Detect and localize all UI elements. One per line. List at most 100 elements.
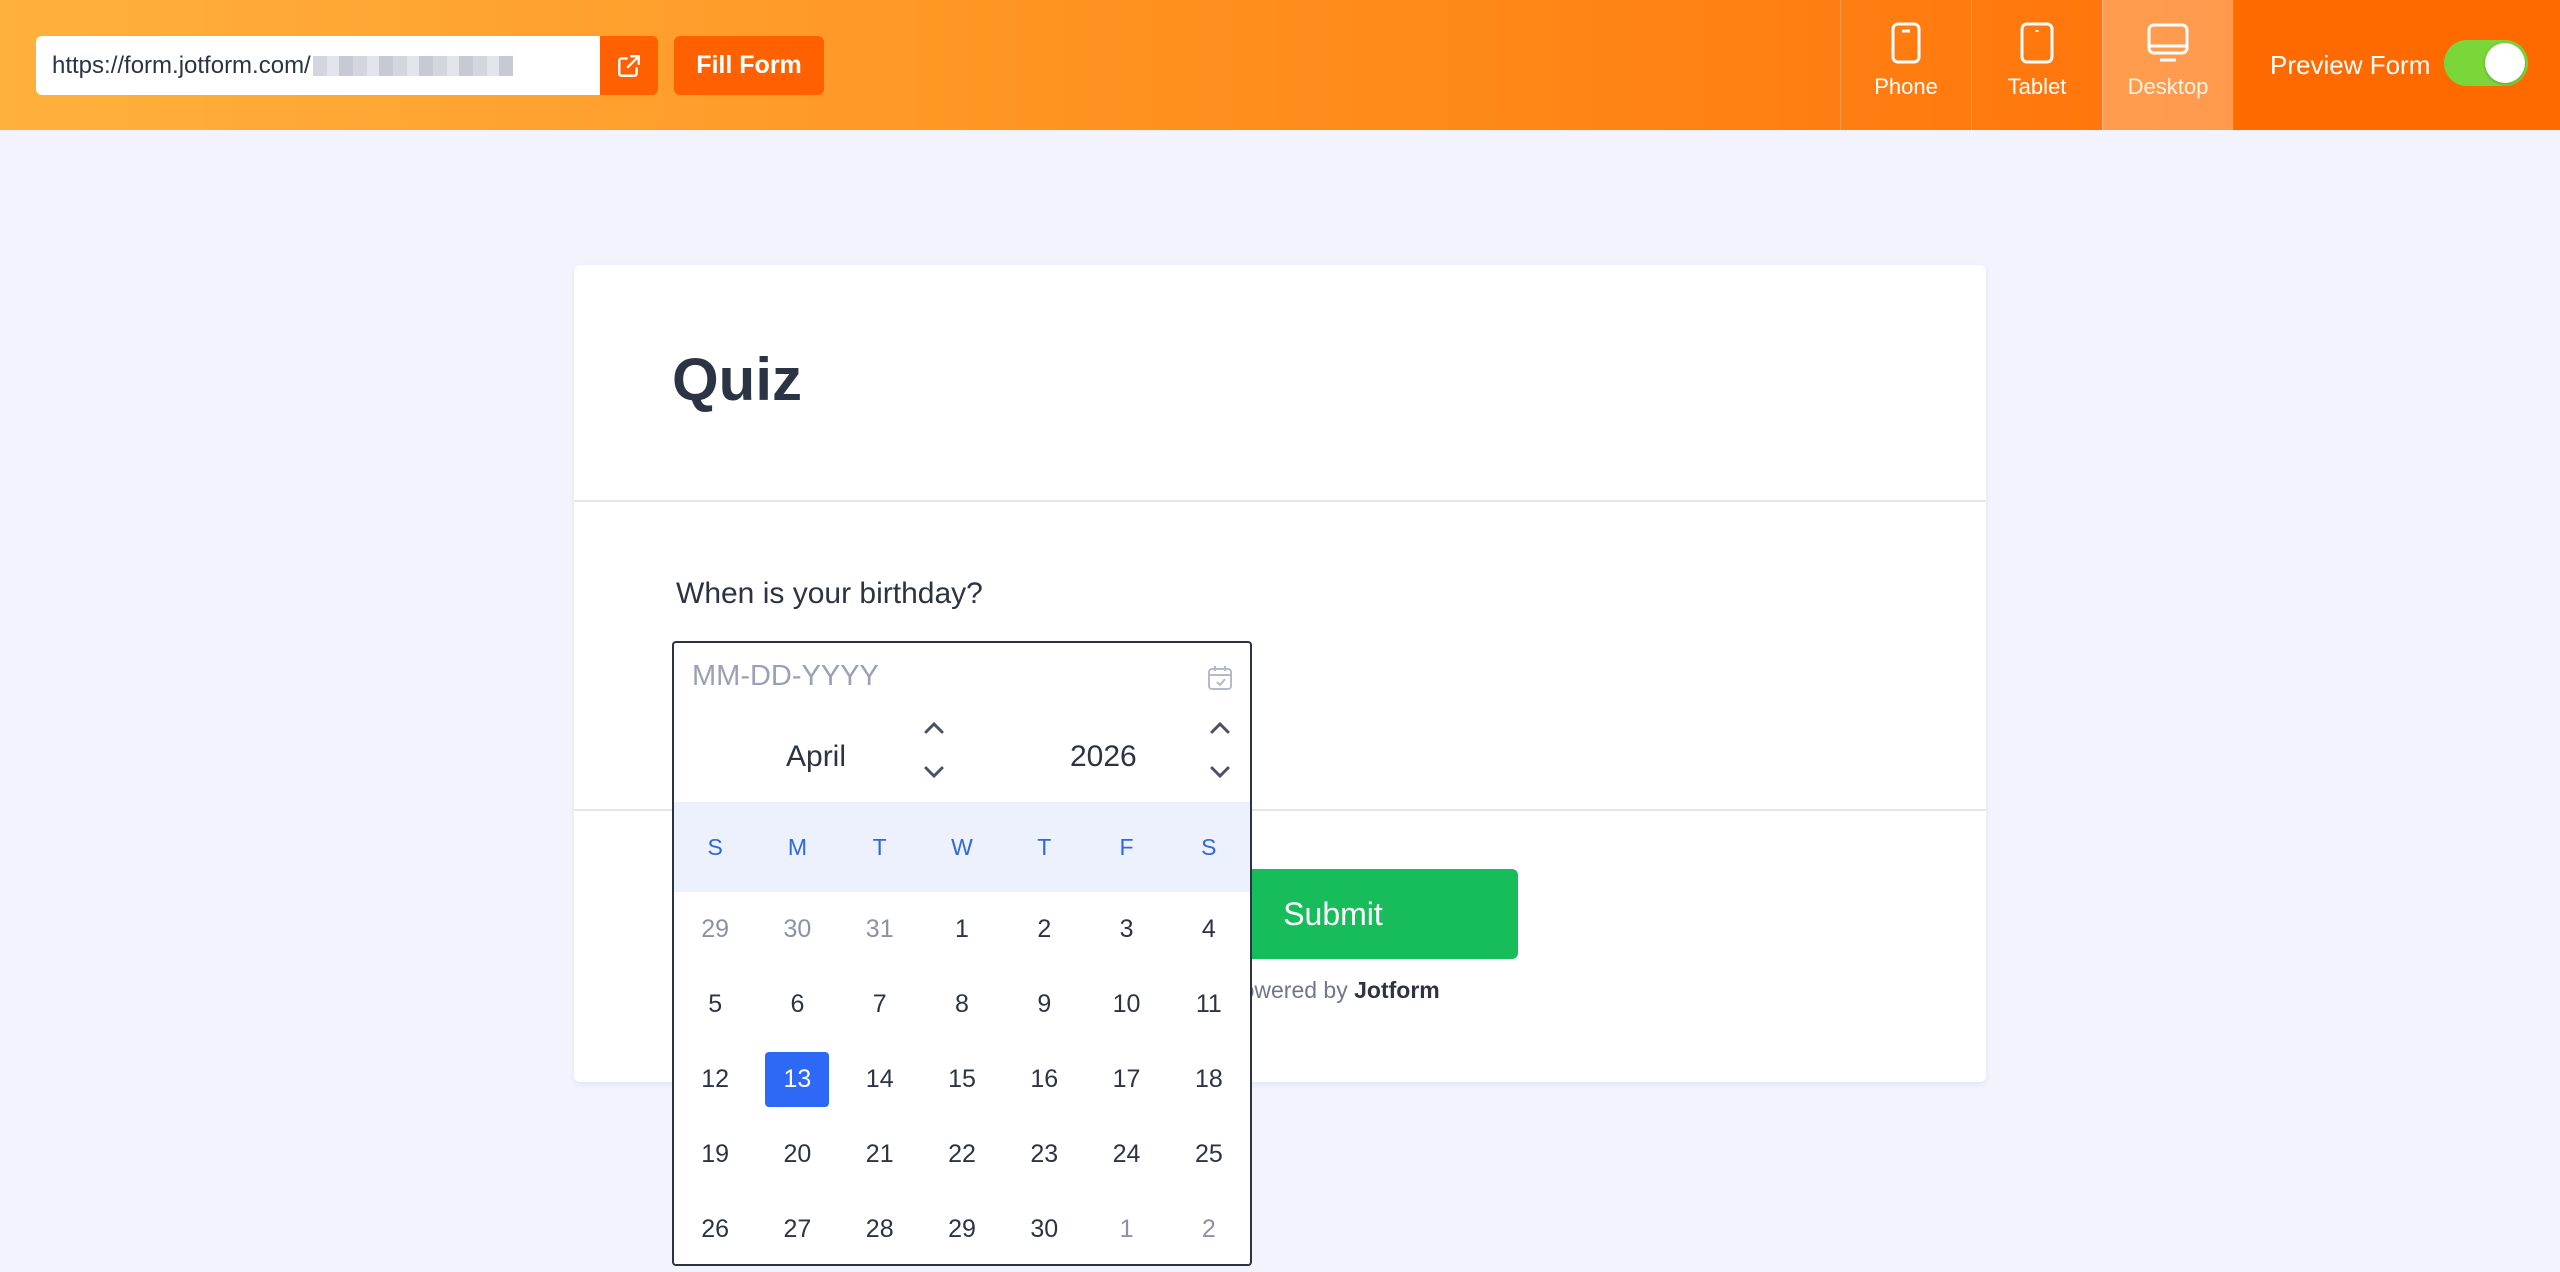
calendar-day[interactable]: 26 xyxy=(674,1192,756,1267)
calendar-day-number: 30 xyxy=(783,915,812,943)
device-tablet-label: Tablet xyxy=(2007,74,2067,99)
question-label: When is your birthday? xyxy=(676,577,983,610)
calendar-day[interactable]: 4 xyxy=(1168,892,1250,967)
calendar-day-number: 22 xyxy=(948,1140,976,1168)
calendar-day[interactable]: 31 xyxy=(839,892,921,967)
calendar-day[interactable]: 29 xyxy=(921,1192,1003,1267)
calendar-day[interactable]: 2 xyxy=(1003,892,1085,967)
calendar-day[interactable]: 30 xyxy=(756,892,838,967)
calendar-day-number: 2 xyxy=(1037,915,1052,943)
calendar-day[interactable]: 7 xyxy=(839,967,921,1042)
calendar-day-number: 27 xyxy=(783,1215,812,1243)
calendar-day[interactable]: 18 xyxy=(1168,1042,1250,1117)
calendar-day[interactable]: 12 xyxy=(674,1042,756,1117)
calendar-day[interactable]: 3 xyxy=(1085,892,1167,967)
calendar-day[interactable]: 1 xyxy=(1085,1192,1167,1267)
calendar-day[interactable]: 16 xyxy=(1003,1042,1085,1117)
calendar-day[interactable]: 15 xyxy=(921,1042,1003,1117)
weekday-header: S xyxy=(707,833,723,860)
calendar-day[interactable]: 22 xyxy=(921,1117,1003,1192)
device-desktop-button[interactable]: Desktop xyxy=(2102,0,2233,130)
calendar-day[interactable]: 2 xyxy=(1168,1192,1250,1267)
calendar-day-number: 31 xyxy=(865,915,894,943)
calendar-day-number: 11 xyxy=(1195,990,1222,1018)
calendar-day-number: 5 xyxy=(708,990,723,1018)
calendar-day-number: 10 xyxy=(1112,990,1141,1018)
phone-icon xyxy=(1891,22,1921,64)
calendar-day-number: 9 xyxy=(1037,990,1052,1018)
calendar-day[interactable]: 9 xyxy=(1003,967,1085,1042)
calendar-day[interactable]: 30 xyxy=(1003,1192,1085,1267)
calendar-day[interactable]: 28 xyxy=(839,1192,921,1267)
calendar-day-number: 20 xyxy=(783,1140,812,1168)
device-phone-button[interactable]: Phone xyxy=(1840,0,1971,130)
calendar-day[interactable]: 19 xyxy=(674,1117,756,1192)
device-phone-label: Phone xyxy=(1874,74,1938,99)
calendar-day-number: 1 xyxy=(955,915,969,943)
fill-form-button[interactable]: Fill Form xyxy=(674,36,824,95)
calendar-day[interactable]: 23 xyxy=(1003,1117,1085,1192)
picker-month[interactable]: April xyxy=(786,740,846,774)
header-divider xyxy=(574,500,1986,502)
chevron-up-icon xyxy=(1210,721,1230,734)
calendar-day-number: 23 xyxy=(1030,1140,1059,1168)
calendar-day-number: 7 xyxy=(872,990,887,1018)
calendar-day-number: 29 xyxy=(948,1215,976,1243)
calendar-day[interactable]: 8 xyxy=(921,967,1003,1042)
calendar-day[interactable]: 24 xyxy=(1085,1117,1167,1192)
calendar-day[interactable]: 20 xyxy=(756,1117,838,1192)
chevron-down-icon xyxy=(1210,766,1230,779)
birthday-date-input[interactable] xyxy=(692,660,1172,693)
weekday-header: S xyxy=(1201,833,1217,860)
tablet-icon xyxy=(2020,22,2054,64)
calendar-day[interactable]: 27 xyxy=(756,1192,838,1267)
date-picker-header: April 2026 xyxy=(674,710,1250,802)
open-in-new-tab-button[interactable] xyxy=(600,36,658,95)
calendar-day[interactable]: 5 xyxy=(674,967,756,1042)
preview-form-label: Preview Form xyxy=(2270,49,2431,80)
month-down-button[interactable] xyxy=(919,760,949,784)
chevron-up-icon xyxy=(924,721,944,734)
calendar-day[interactable]: 1 xyxy=(921,892,1003,967)
calendar-day[interactable]: 17 xyxy=(1085,1042,1167,1117)
form-url-text: https://form.jotform.com/ xyxy=(52,51,311,79)
calendar-icon[interactable] xyxy=(1206,664,1234,692)
calendar-day-selected[interactable]: 13 xyxy=(756,1042,838,1117)
external-link-icon xyxy=(618,54,640,77)
calendar-day-number: 21 xyxy=(865,1140,894,1168)
form-url-field[interactable]: https://form.jotform.com/ xyxy=(36,36,600,95)
preview-form-toggle[interactable] xyxy=(2444,40,2528,86)
url-redacted-part xyxy=(312,55,513,76)
calendar-day-number: 24 xyxy=(1112,1140,1141,1168)
calendar-day-number: 2 xyxy=(1201,1215,1216,1243)
toggle-knob xyxy=(2485,43,2525,83)
year-up-button[interactable] xyxy=(1205,716,1235,740)
weekday-header: T xyxy=(1037,833,1052,860)
form-title: Quiz xyxy=(672,346,802,413)
calendar-day-number: 3 xyxy=(1119,915,1134,943)
calendar-day-number: 26 xyxy=(701,1215,730,1243)
calendar-day-number: 18 xyxy=(1194,1065,1223,1093)
weekday-header: F xyxy=(1119,833,1134,860)
desktop-icon xyxy=(2147,23,2189,62)
chevron-down-icon xyxy=(924,766,944,779)
calendar-day[interactable]: 25 xyxy=(1168,1117,1250,1192)
calendar-day-number: 15 xyxy=(948,1065,976,1093)
calendar-day-number: 13 xyxy=(765,1052,830,1107)
calendar-day[interactable]: 21 xyxy=(839,1117,921,1192)
jotform-brand-link[interactable]: Jotform xyxy=(1354,977,1440,1003)
calendar-day-number: 4 xyxy=(1201,915,1216,943)
calendar-day[interactable]: 14 xyxy=(839,1042,921,1117)
calendar-day[interactable]: 29 xyxy=(674,892,756,967)
calendar-day-number: 17 xyxy=(1112,1065,1141,1093)
weekday-header: W xyxy=(951,833,973,860)
calendar-day[interactable]: 11 xyxy=(1168,967,1250,1042)
month-up-button[interactable] xyxy=(919,716,949,740)
picker-year[interactable]: 2026 xyxy=(1070,740,1137,774)
birthday-date-field[interactable] xyxy=(672,641,1252,711)
device-tablet-button[interactable]: Tablet xyxy=(1971,0,2102,130)
year-down-button[interactable] xyxy=(1205,760,1235,784)
calendar-day[interactable]: 10 xyxy=(1085,967,1167,1042)
device-desktop-label: Desktop xyxy=(2127,74,2209,99)
calendar-day[interactable]: 6 xyxy=(756,967,838,1042)
